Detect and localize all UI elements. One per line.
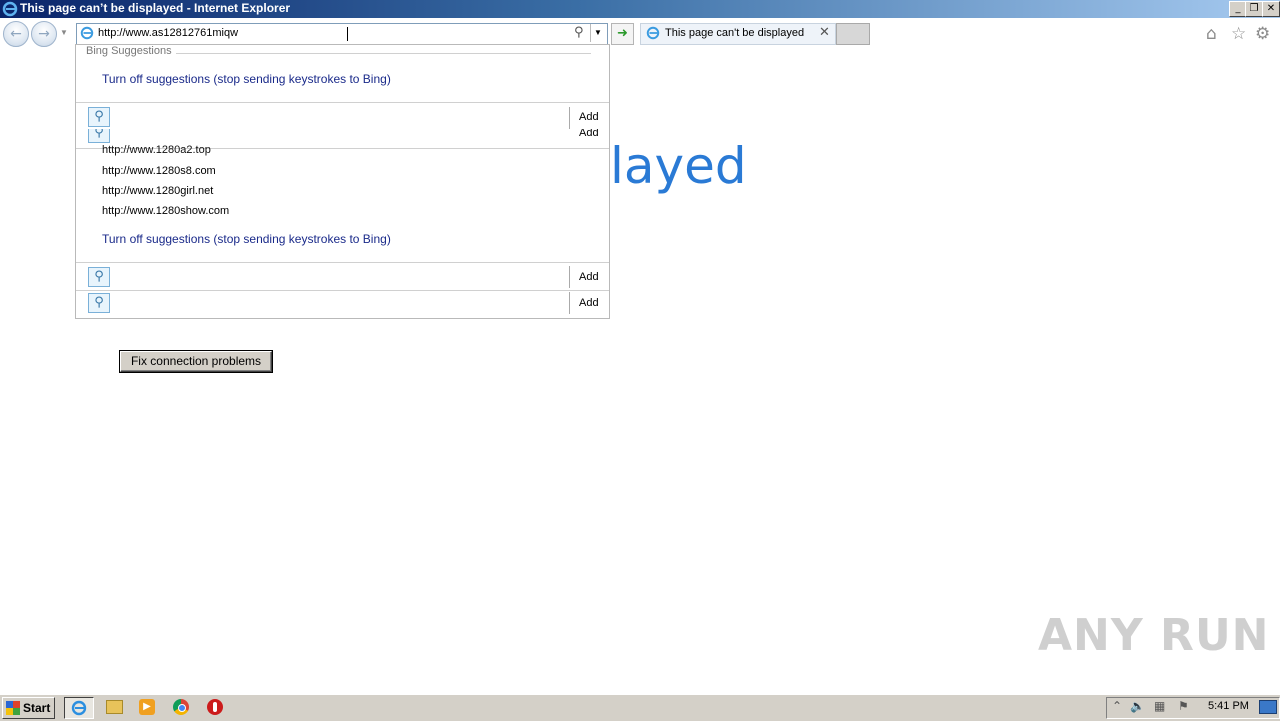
address-dropdown-button[interactable]: ▼ [590, 24, 605, 42]
search-provider-button[interactable]: ⚲ [88, 129, 110, 143]
divider [76, 102, 609, 103]
bing-suggestions-label: Bing Suggestions [86, 45, 172, 57]
home-icon[interactable]: ⌂ [1206, 24, 1217, 44]
divider [569, 107, 570, 129]
clock[interactable]: 5:41 PM [1208, 700, 1249, 712]
search-icon[interactable]: ⚲ [574, 25, 584, 40]
forward-arrow-icon: → [38, 26, 50, 42]
media-player-icon: ▶ [139, 699, 155, 715]
gear-icon[interactable]: ⚙ [1255, 24, 1270, 44]
back-arrow-icon: ← [10, 26, 22, 42]
add-provider-button[interactable]: Add [579, 297, 599, 309]
add-provider-button[interactable]: Add [579, 129, 599, 139]
action-center-flag-icon[interactable]: ⚑ [1178, 699, 1189, 713]
folder-icon [106, 700, 123, 714]
back-button[interactable]: ← [3, 21, 29, 47]
divider [76, 262, 609, 263]
minimize-icon: _ [1235, 3, 1241, 14]
ie-icon [71, 700, 87, 716]
add-provider-button[interactable]: Add [579, 271, 599, 283]
taskbar-opera-button[interactable] [202, 697, 230, 717]
forward-button[interactable]: → [31, 21, 57, 47]
window-title: This page can’t be displayed - Internet … [20, 1, 291, 15]
title-bar: This page can’t be displayed - Internet … [0, 0, 1280, 18]
volume-icon[interactable]: 🔈 [1130, 699, 1145, 713]
fix-connection-button[interactable]: Fix connection problems [120, 351, 272, 372]
start-button[interactable]: Start [2, 697, 55, 719]
network-icon[interactable]: ▦ [1154, 699, 1165, 713]
tab-close-icon[interactable]: ✕ [819, 25, 830, 40]
tab-title[interactable]: This page can't be displayed [665, 27, 804, 39]
address-suggestions-dropdown: Bing Suggestions Turn off suggestions (s… [75, 44, 610, 319]
opera-icon-inner [213, 702, 217, 712]
new-tab-button[interactable] [836, 23, 870, 45]
address-input[interactable]: http://www.as12812761miqw [98, 27, 238, 39]
go-button[interactable]: ➜ [611, 23, 634, 45]
ie-logo-icon [2, 1, 18, 17]
suggestion-url[interactable]: http://www.1280a2.top [102, 145, 211, 156]
search-icon: ⚲ [94, 269, 104, 284]
page-heading: layed [610, 137, 747, 195]
search-provider-button[interactable]: ⚲ [88, 293, 110, 313]
taskbar-media-player-button[interactable]: ▶ [134, 697, 162, 717]
search-icon: ⚲ [94, 129, 104, 140]
windows-logo-icon [6, 701, 20, 715]
divider [569, 266, 570, 288]
search-provider-button[interactable]: ⚲ [88, 107, 110, 127]
divider [569, 292, 570, 314]
show-desktop-icon[interactable] [1259, 700, 1277, 714]
start-label: Start [23, 701, 51, 715]
history-dropdown-icon[interactable]: ▼ [60, 28, 68, 37]
search-provider-button[interactable]: ⚲ [88, 267, 110, 287]
turn-off-suggestions-link[interactable]: Turn off suggestions (stop sending keyst… [102, 232, 391, 246]
add-provider-button[interactable]: Add [579, 111, 599, 123]
text-cursor [347, 27, 348, 41]
clipped-url-row: http://www.1280a2.top [76, 145, 609, 157]
divider [176, 53, 591, 54]
close-icon: ✕ [1266, 3, 1276, 14]
search-icon: ⚲ [94, 109, 104, 124]
ie-page-icon [80, 26, 94, 40]
chrome-center [178, 704, 186, 712]
restore-icon: ❐ [1249, 3, 1259, 14]
suggestion-url[interactable]: http://www.1280girl.net [102, 185, 213, 197]
turn-off-suggestions-link[interactable]: Turn off suggestions (stop sending keyst… [102, 72, 391, 86]
taskbar-chrome-button[interactable] [168, 697, 196, 717]
star-icon[interactable]: ☆ [1231, 24, 1246, 44]
tab-ie-icon [646, 26, 660, 40]
go-arrow-icon: ➜ [617, 26, 628, 41]
divider [76, 290, 609, 291]
taskbar-ie-button[interactable] [64, 697, 94, 719]
taskbar-explorer-button[interactable] [100, 697, 128, 717]
search-icon: ⚲ [94, 295, 104, 310]
anyrun-watermark: ANY RUN [1038, 610, 1270, 661]
chevron-down-icon: ▼ [594, 28, 602, 37]
suggestion-url[interactable]: http://www.1280s8.com [102, 165, 216, 177]
show-hidden-icons-icon[interactable]: ⌃ [1112, 699, 1122, 713]
suggestion-url[interactable]: http://www.1280show.com [102, 205, 229, 217]
restore-button[interactable]: ❐ [1245, 1, 1263, 17]
close-button[interactable]: ✕ [1262, 1, 1280, 17]
